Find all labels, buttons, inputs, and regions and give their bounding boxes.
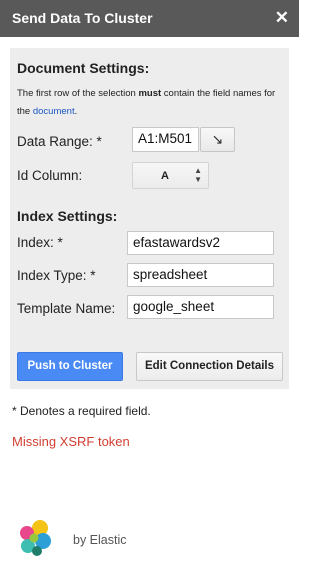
titlebar: Send Data To Cluster ✕: [0, 0, 299, 37]
data-range-input[interactable]: A1:M501: [132, 127, 199, 152]
index-input[interactable]: efastawardsv2: [127, 231, 274, 255]
error-message: Missing XSRF token: [12, 434, 130, 449]
desc-bold: must: [138, 88, 162, 99]
data-range-label: Data Range: *: [17, 134, 102, 149]
index-settings-heading: Index Settings:: [17, 208, 118, 224]
id-column-value: A: [161, 170, 169, 182]
id-column-label: Id Column:: [17, 168, 83, 183]
elastic-logo-icon: [20, 520, 51, 556]
by-elastic-label: by Elastic: [73, 533, 127, 547]
template-name-input[interactable]: google_sheet: [127, 295, 274, 319]
dialog-title: Send Data To Cluster: [12, 10, 153, 26]
id-column-select[interactable]: A ▲ ▼: [132, 162, 209, 189]
required-note: * Denotes a required field.: [12, 404, 151, 418]
select-range-button[interactable]: ↘: [200, 127, 235, 152]
updown-arrows-icon: ▲ ▼: [194, 166, 202, 184]
index-type-input[interactable]: spreadsheet: [127, 263, 274, 287]
document-link[interactable]: document: [33, 106, 75, 117]
template-name-label: Template Name:: [17, 301, 116, 316]
push-to-cluster-button[interactable]: Push to Cluster: [17, 352, 123, 381]
settings-panel: Document Settings: The first row of the …: [10, 48, 289, 389]
edit-connection-button[interactable]: Edit Connection Details: [136, 352, 283, 381]
index-label: Index: *: [17, 235, 63, 250]
index-type-label: Index Type: *: [17, 268, 96, 283]
document-settings-heading: Document Settings:: [17, 60, 150, 76]
document-settings-description: The first row of the selection must cont…: [17, 85, 283, 121]
desc-end: .: [74, 106, 78, 117]
close-icon[interactable]: ✕: [275, 8, 289, 28]
desc-text: The first row of the selection: [17, 88, 139, 99]
